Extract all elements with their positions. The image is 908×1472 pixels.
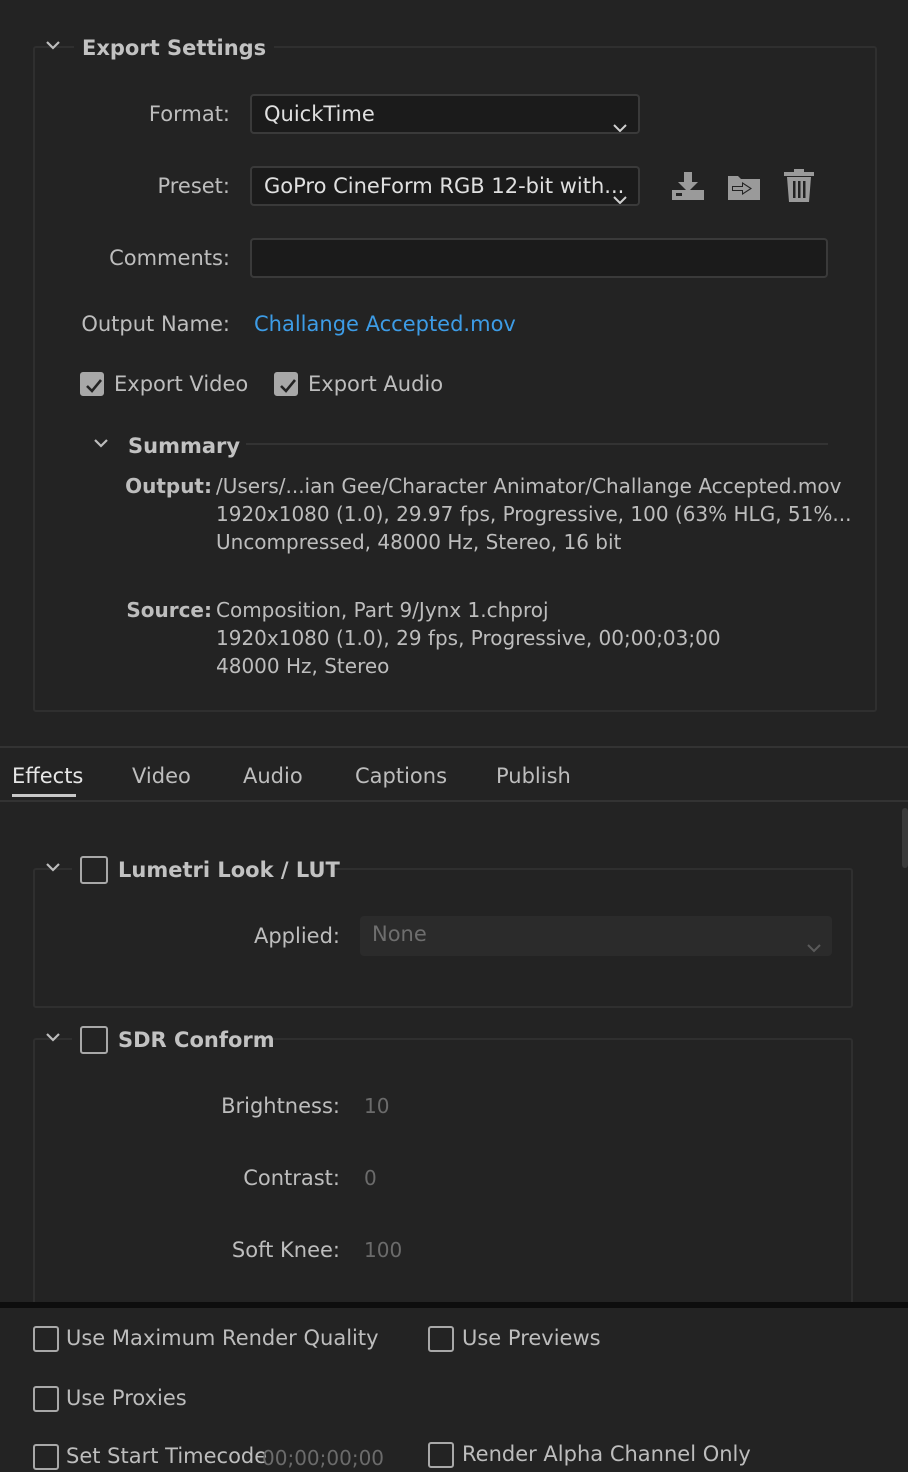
- sdr-chevron-down-icon[interactable]: [44, 1030, 62, 1044]
- preset-chevron-down-icon: [612, 181, 628, 204]
- tabs-top-divider: [0, 746, 908, 748]
- checkmark-icon: [280, 379, 297, 393]
- output-name-link[interactable]: Challange Accepted.mov: [254, 310, 516, 338]
- import-preset-icon[interactable]: [726, 170, 762, 204]
- summary-source-line: 48000 Hz, Stereo: [216, 654, 390, 678]
- preset-label: Preset:: [157, 174, 230, 198]
- render-alpha-label[interactable]: Render Alpha Channel Only: [462, 1440, 751, 1468]
- summary-chevron-down-icon[interactable]: [92, 436, 110, 450]
- use-proxies-checkbox[interactable]: [33, 1386, 59, 1412]
- checkmark-icon: [86, 379, 103, 393]
- format-chevron-down-icon: [612, 109, 628, 132]
- export-settings-chevron-down-icon[interactable]: [44, 38, 62, 52]
- output-name-label: Output Name:: [81, 312, 230, 336]
- sdr-group: [33, 1038, 853, 1342]
- lumetri-chevron-down-icon: [806, 929, 822, 956]
- tabs-bottom-divider: [0, 800, 908, 802]
- format-select[interactable]: QuickTime: [250, 94, 640, 134]
- tab-effects-underline: [12, 794, 76, 797]
- lumetri-applied-value: None: [372, 922, 427, 946]
- soft-knee-value[interactable]: 100: [364, 1236, 402, 1264]
- export-settings-title: Export Settings: [74, 34, 275, 62]
- lumetri-applied-label: Applied:: [253, 924, 340, 948]
- use-proxies-label[interactable]: Use Proxies: [66, 1384, 187, 1412]
- render-alpha-checkbox[interactable]: [428, 1442, 454, 1468]
- export-video-checkbox[interactable]: [80, 372, 104, 396]
- tab-audio[interactable]: Audio: [243, 762, 303, 790]
- tab-effects[interactable]: Effects: [12, 762, 83, 790]
- contrast-label: Contrast:: [243, 1166, 340, 1190]
- soft-knee-label: Soft Knee:: [231, 1238, 340, 1262]
- max-render-quality-label[interactable]: Use Maximum Render Quality: [66, 1324, 379, 1352]
- summary-divider: [246, 443, 828, 445]
- comments-field[interactable]: [250, 238, 828, 278]
- lumetri-applied-select[interactable]: None: [360, 916, 832, 956]
- set-start-timecode-value[interactable]: 00;00;00;00: [262, 1444, 384, 1472]
- export-audio-checkbox[interactable]: [274, 372, 298, 396]
- brightness-value[interactable]: 10: [364, 1092, 389, 1120]
- summary-output-line: /Users/...ian Gee/Character Animator/Cha…: [216, 474, 842, 498]
- summary-source-line: 1920x1080 (1.0), 29 fps, Progressive, 00…: [216, 626, 721, 650]
- contrast-value[interactable]: 0: [364, 1164, 377, 1192]
- set-start-timecode-checkbox[interactable]: [33, 1444, 59, 1470]
- sdr-title: SDR Conform: [118, 1028, 275, 1052]
- summary-output-line: Uncompressed, 48000 Hz, Stereo, 16 bit: [216, 530, 622, 554]
- lumetri-title: Lumetri Look / LUT: [118, 858, 340, 882]
- tab-video[interactable]: Video: [132, 762, 191, 790]
- save-preset-icon[interactable]: [670, 170, 706, 202]
- summary-source-line: Composition, Part 9/Jynx 1.chproj: [216, 598, 549, 622]
- max-render-quality-checkbox[interactable]: [33, 1326, 59, 1352]
- delete-preset-icon[interactable]: [782, 168, 816, 204]
- export-audio-label[interactable]: Export Audio: [308, 370, 443, 398]
- preset-select[interactable]: GoPro CineForm RGB 12-bit with...: [250, 166, 640, 206]
- use-previews-label[interactable]: Use Previews: [462, 1324, 601, 1352]
- lumetri-chevron-down-icon[interactable]: [44, 860, 62, 874]
- brightness-label: Brightness:: [221, 1094, 340, 1118]
- effects-scrollbar[interactable]: [902, 808, 908, 868]
- tab-captions[interactable]: Captions: [355, 762, 447, 790]
- summary-source-label: Source:: [126, 598, 212, 622]
- format-label: Format:: [148, 102, 230, 126]
- summary-title: Summary: [128, 434, 241, 458]
- summary-output-line: 1920x1080 (1.0), 29.97 fps, Progressive,…: [216, 502, 852, 526]
- use-previews-checkbox[interactable]: [428, 1326, 454, 1352]
- comments-label: Comments:: [109, 246, 230, 270]
- preset-value: GoPro CineForm RGB 12-bit with...: [264, 174, 625, 198]
- lumetri-checkbox[interactable]: [80, 856, 108, 884]
- tab-publish[interactable]: Publish: [496, 762, 571, 790]
- summary-output-label: Output:: [125, 474, 212, 498]
- format-value: QuickTime: [264, 102, 375, 126]
- export-video-label[interactable]: Export Video: [114, 370, 248, 398]
- sdr-checkbox[interactable]: [80, 1026, 108, 1054]
